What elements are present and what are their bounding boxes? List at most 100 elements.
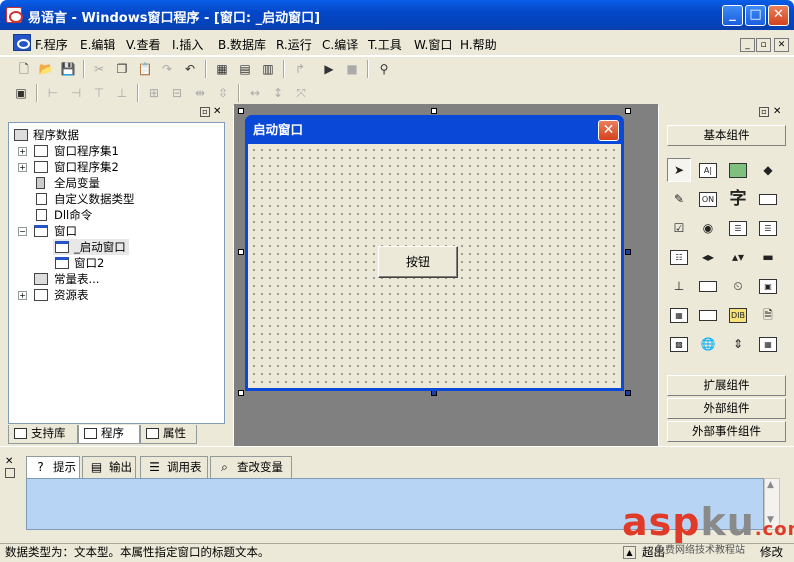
paste-icon[interactable]: 📋 [136,60,154,78]
space-v-icon[interactable]: ⇳ [214,84,232,102]
menu-insert[interactable]: I.插入 [172,36,203,53]
tab-output[interactable]: ▤ 输出 [82,456,136,478]
bottom-panel-restore-icon[interactable] [5,468,15,478]
pointer-icon[interactable]: ➤ [667,158,691,182]
mdi-close-button[interactable]: ✕ [774,38,789,52]
expand-icon[interactable]: + [18,291,27,300]
layout-b-icon[interactable]: ▤ [236,60,254,78]
panel-restore-icon[interactable]: ▫ [759,107,769,117]
calendar-icon[interactable]: ▦ [756,332,780,356]
align-right-icon[interactable]: ⊣ [67,84,85,102]
resize-handle[interactable] [625,249,631,255]
text-char-icon[interactable]: 字 [726,187,750,211]
property-icon[interactable]: ▣ [12,84,30,102]
center-v-icon[interactable]: ⊟ [168,84,186,102]
save-icon[interactable]: 💾 [59,60,77,78]
run-icon[interactable]: ▶ [320,60,338,78]
image-list-icon[interactable]: ▣ [756,274,780,298]
groupbox-icon[interactable]: ON [696,187,720,211]
align-left-icon[interactable]: ⊢ [44,84,62,102]
label-icon[interactable]: A| [696,158,720,182]
collapse-icon[interactable]: − [18,227,27,236]
grid-icon[interactable]: ▦ [667,303,691,327]
open-folder-icon[interactable]: 📂 [37,60,55,78]
menu-compile[interactable]: C.编译 [322,36,358,53]
extended-components-button[interactable]: 扩展组件 [667,375,786,396]
menu-database[interactable]: B.数据库 [218,36,266,53]
menu-tools[interactable]: T.工具 [368,36,402,53]
panel-restore-icon[interactable]: ▫ [200,107,210,117]
tab-watch-variables[interactable]: ⌕ 查改变量 [210,456,292,478]
same-size-icon[interactable]: ⤧ [292,84,310,102]
redo-icon[interactable]: ↷ [158,60,176,78]
expand-icon[interactable]: + [18,147,27,156]
bottom-panel-close-icon[interactable]: ✕ [5,456,13,467]
resize-handle[interactable] [625,390,631,396]
external-components-button[interactable]: 外部组件 [667,398,786,419]
tab-support-library[interactable]: 支持库 [8,425,78,444]
palette-icon[interactable]: ▩ [667,332,691,356]
mdi-minimize-button[interactable]: _ [740,38,755,52]
tree-node-resources[interactable]: + 资源表 [17,287,89,303]
button-icon[interactable] [756,187,780,211]
menu-program[interactable]: F.程序 [35,36,68,53]
new-file-icon[interactable]: 🗋 [15,60,33,78]
tree-node-module1[interactable]: + 窗口程序集1 [17,143,119,159]
tree-node-window2[interactable]: 窗口2 [53,255,104,271]
network-icon[interactable]: 🌐 [696,332,720,356]
menu-help[interactable]: H.帮助 [460,36,497,53]
picture-box-icon[interactable] [726,158,750,182]
space-h-icon[interactable]: ⇹ [191,84,209,102]
center-h-icon[interactable]: ⊞ [145,84,163,102]
shape-icon[interactable]: ◆ [756,158,780,182]
listbox-icon[interactable]: ☰ [756,216,780,240]
hscroll-icon[interactable]: ◂▸ [696,245,720,269]
select-list-icon[interactable]: ☷ [667,245,691,269]
resize-handle[interactable] [238,108,244,114]
tab-call-stack[interactable]: ☰ 调用表 [140,456,208,478]
vscroll-icon[interactable]: ▴▾ [726,245,750,269]
edit-box-icon[interactable] [696,303,720,327]
tree-node-custom-types[interactable]: 自定义数据类型 [17,191,135,207]
form-close-button[interactable]: ✕ [598,120,619,141]
tab-program[interactable]: 程序 [78,425,140,444]
tree-node-module2[interactable]: + 窗口程序集2 [17,159,119,175]
undo-icon[interactable]: ↶ [181,60,199,78]
tab-hint[interactable]: ? 提示 [26,456,80,478]
progress-icon[interactable]: ▬ [756,245,780,269]
tab-properties[interactable]: 属性 [140,425,197,444]
cut-icon[interactable]: ✂ [90,60,108,78]
dib-icon[interactable]: DIB [726,303,750,327]
tree-node-startup-window[interactable]: _启动窗口 [53,239,129,255]
same-height-icon[interactable]: ↕ [269,84,287,102]
scroll-up-icon[interactable]: ▲ [767,480,774,490]
design-form[interactable]: 启动窗口 ✕ 按钮 [245,115,624,391]
step-icon[interactable]: ↱ [291,60,309,78]
menu-view[interactable]: V.查看 [126,36,161,53]
panel-close-icon[interactable]: ✕ [773,106,781,117]
same-width-icon[interactable]: ↔ [246,84,264,102]
radio-icon[interactable]: ◉ [696,216,720,240]
tab-control-icon[interactable] [696,274,720,298]
close-button[interactable]: ✕ [768,5,789,26]
combobox-icon[interactable]: ☰ [726,216,750,240]
resize-handle[interactable] [431,108,437,114]
tree-node-dll[interactable]: Dll命令 [17,207,92,223]
status-up-icon[interactable]: ▲ [623,546,636,559]
expand-icon[interactable]: + [18,163,27,172]
menu-app-icon[interactable] [13,34,31,51]
menu-run[interactable]: R.运行 [276,36,312,53]
align-bottom-icon[interactable]: ⊥ [113,84,131,102]
stop-icon[interactable]: ■ [343,60,361,78]
panel-close-icon[interactable]: ✕ [213,106,221,117]
draw-board-icon[interactable]: ✎ [667,187,691,211]
find-binoculars-icon[interactable]: ⚲ [375,60,393,78]
basic-components-button[interactable]: 基本组件 [667,125,786,146]
form-button[interactable]: 按钮 [378,246,458,278]
tree-node-global-vars[interactable]: 全局变量 [17,175,100,191]
tree-node-constants[interactable]: 常量表... [17,271,99,287]
timer-icon[interactable]: ⏲ [726,274,750,298]
menu-window[interactable]: W.窗口 [414,36,452,53]
document-icon[interactable]: 🗎 [756,303,780,327]
align-top-icon[interactable]: ⊤ [90,84,108,102]
